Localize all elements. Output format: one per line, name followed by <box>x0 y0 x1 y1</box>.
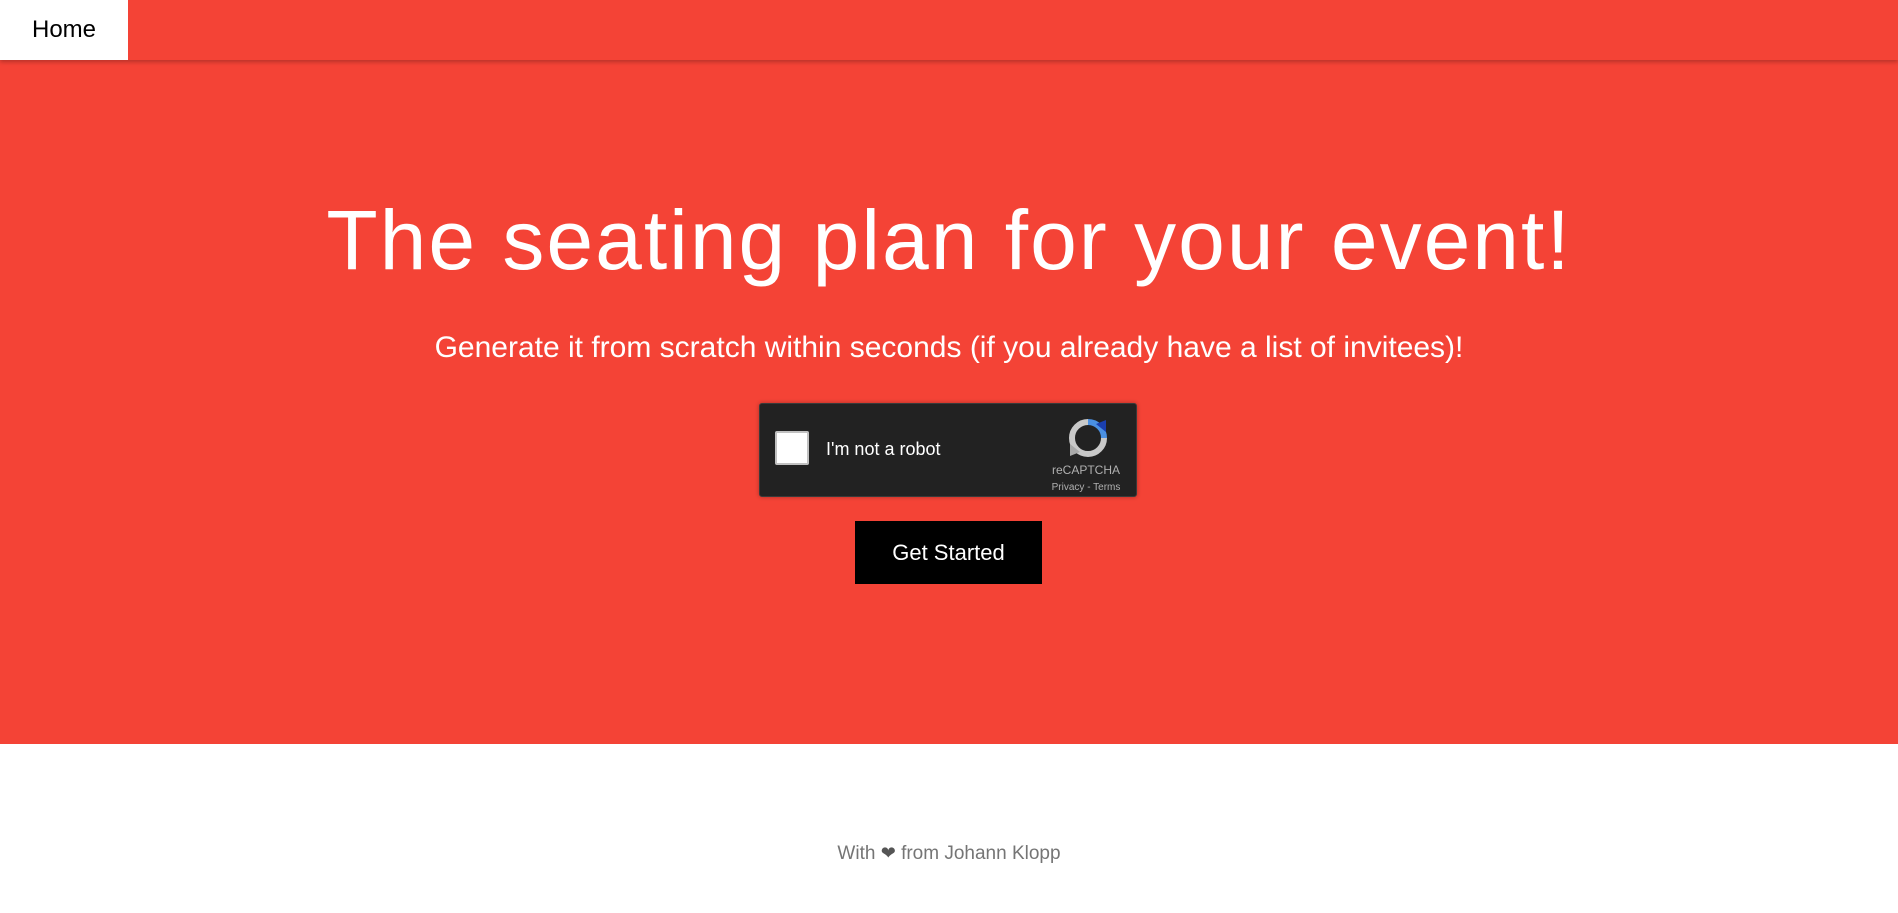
hero-subtitle: Generate it from scratch within seconds … <box>434 331 1464 364</box>
heart-icon: ❤ <box>880 843 896 863</box>
footer: With ❤ from Johann Klopp <box>0 744 1898 913</box>
hero-section: The seating plan for your event! Generat… <box>0 60 1898 744</box>
top-navbar: Home <box>0 0 1898 60</box>
recaptcha-links: Privacy - Terms <box>1040 482 1132 493</box>
recaptcha-widget: I'm not a robot reCAPTCHA Privacy - Term… <box>759 403 1137 497</box>
recaptcha-privacy-link[interactable]: Privacy <box>1052 482 1085 493</box>
footer-prefix: With <box>837 843 876 864</box>
recaptcha-brand: reCAPTCHA <box>1051 463 1120 477</box>
recaptcha-label: I'm not a robot <box>826 439 941 459</box>
get-started-button[interactable]: Get Started <box>855 521 1042 584</box>
recaptcha-checkbox[interactable] <box>775 431 809 465</box>
recaptcha-logo-icon <box>1069 419 1107 457</box>
footer-credit: With ❤ from Johann Klopp <box>0 841 1898 866</box>
recaptcha-terms-link[interactable]: Terms <box>1093 482 1120 493</box>
hero-title: The seating plan for your event! <box>326 193 1572 287</box>
recaptcha-link-separator: - <box>1084 482 1094 493</box>
nav-home-link[interactable]: Home <box>0 0 128 60</box>
footer-suffix: from Johann Klopp <box>901 843 1061 864</box>
